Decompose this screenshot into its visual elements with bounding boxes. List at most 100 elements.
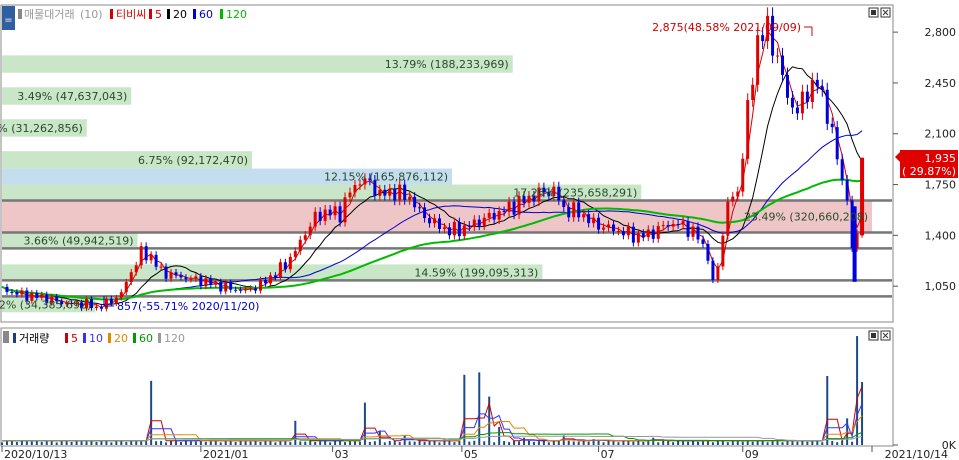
volume-panel-maximize-icon[interactable] bbox=[868, 330, 879, 341]
candle-body bbox=[621, 231, 625, 236]
volume-bar bbox=[140, 441, 143, 445]
candle-body bbox=[159, 266, 163, 268]
volume-bar bbox=[160, 440, 163, 445]
candle-body bbox=[756, 35, 760, 85]
volume-bar bbox=[572, 441, 575, 445]
volume-bar bbox=[587, 441, 590, 445]
volume-bar bbox=[473, 440, 476, 445]
candle-body bbox=[129, 272, 133, 282]
volume-bar bbox=[373, 441, 376, 445]
price-panel-maximize-icon[interactable] bbox=[868, 7, 879, 18]
volume-bar bbox=[577, 441, 580, 445]
volume-bar bbox=[453, 442, 456, 445]
volume-bar bbox=[65, 441, 68, 445]
candle-body bbox=[234, 289, 238, 291]
volume-bar bbox=[85, 441, 88, 445]
volume-bar bbox=[309, 440, 312, 445]
volume-bar bbox=[657, 442, 660, 445]
volume-bar bbox=[726, 442, 729, 445]
candle-body bbox=[244, 288, 248, 291]
candle-body bbox=[293, 251, 297, 257]
date-tick-label: 2021/01 bbox=[203, 448, 249, 460]
candle-body bbox=[219, 281, 223, 292]
volume-bar bbox=[423, 441, 426, 445]
candle-body bbox=[333, 206, 337, 216]
volume-bar bbox=[542, 440, 545, 445]
candle-body bbox=[781, 55, 785, 75]
band-label-6: 23.49% (320,660,208) bbox=[744, 210, 868, 223]
volume-bar bbox=[324, 440, 327, 445]
volume-bar bbox=[224, 440, 227, 445]
date-axis: 2020/10/13 2021/01 03 05 07 09 2021/10/14 bbox=[1, 446, 948, 460]
volume-bar bbox=[383, 442, 386, 445]
volume-bar bbox=[776, 441, 779, 445]
candle-body bbox=[487, 212, 491, 218]
candle-body bbox=[611, 224, 615, 232]
price-panel-close-icon[interactable] bbox=[880, 7, 891, 18]
candle-body bbox=[99, 306, 103, 309]
volume-bar bbox=[115, 440, 118, 445]
volume-bar bbox=[279, 440, 282, 445]
candle-body bbox=[626, 226, 630, 236]
volume-bar bbox=[214, 440, 217, 445]
candle-body bbox=[224, 282, 228, 292]
candle-body bbox=[35, 292, 39, 298]
volume-bar bbox=[95, 441, 98, 445]
candle-body bbox=[666, 225, 670, 227]
candle-body bbox=[179, 275, 183, 278]
candle-body bbox=[721, 235, 725, 267]
candle-body bbox=[144, 246, 148, 261]
candle-body bbox=[452, 221, 456, 236]
volume-bar bbox=[80, 441, 83, 445]
candle-body bbox=[497, 210, 501, 220]
candle-body bbox=[353, 184, 357, 193]
candle-body bbox=[318, 211, 322, 221]
band-label-2: 2.29% (31,262,856) bbox=[0, 122, 83, 135]
candle-body bbox=[696, 226, 700, 240]
volume-bar bbox=[642, 441, 645, 445]
candle-body bbox=[860, 157, 865, 236]
volume-bar bbox=[45, 441, 48, 445]
volume-bar bbox=[508, 442, 511, 445]
candle-body bbox=[482, 217, 486, 226]
legend-main-param: (10) bbox=[80, 8, 103, 21]
volume-bar bbox=[30, 441, 33, 445]
volume-bar bbox=[60, 440, 63, 445]
candle-body bbox=[587, 214, 591, 224]
candle-body bbox=[15, 292, 19, 295]
candle-body bbox=[169, 272, 173, 279]
volume-bar bbox=[184, 440, 187, 445]
candle-body bbox=[189, 278, 193, 280]
volume-bar bbox=[20, 440, 23, 445]
volume-axis: 60,000K30,000K0K bbox=[893, 439, 957, 452]
volume-bar bbox=[179, 442, 182, 445]
candle-body bbox=[582, 214, 586, 218]
volume-bar bbox=[711, 442, 714, 445]
volume-legend-ma120: 120 bbox=[164, 332, 185, 345]
candle-body bbox=[656, 226, 660, 239]
candle-body bbox=[109, 298, 113, 304]
volume-bar bbox=[239, 440, 242, 445]
volume-bar bbox=[194, 441, 197, 445]
volume-bar bbox=[736, 441, 739, 445]
volume-panel-close-icon[interactable] bbox=[880, 330, 891, 341]
volume-bar bbox=[229, 441, 232, 445]
volume-bar bbox=[532, 441, 535, 445]
volume-bar bbox=[249, 441, 252, 445]
volume-bar bbox=[25, 441, 28, 445]
candle-body bbox=[607, 224, 611, 228]
candle-body bbox=[164, 266, 168, 279]
candle-body bbox=[457, 221, 461, 237]
band-label-8: 14.59% (199,095,313) bbox=[414, 266, 538, 279]
candle-body bbox=[428, 218, 432, 224]
volume-bar bbox=[1, 442, 3, 445]
volume-bar bbox=[349, 440, 351, 445]
candle-body bbox=[254, 288, 258, 291]
volume-bar bbox=[647, 441, 650, 445]
volume-bar bbox=[547, 442, 550, 445]
candle-body bbox=[239, 289, 243, 291]
volume-bar bbox=[602, 442, 605, 445]
current-price: 1,935 bbox=[925, 152, 957, 165]
band-label-7: 3.66% (49,942,519) bbox=[24, 234, 134, 247]
candle-body bbox=[636, 233, 640, 243]
